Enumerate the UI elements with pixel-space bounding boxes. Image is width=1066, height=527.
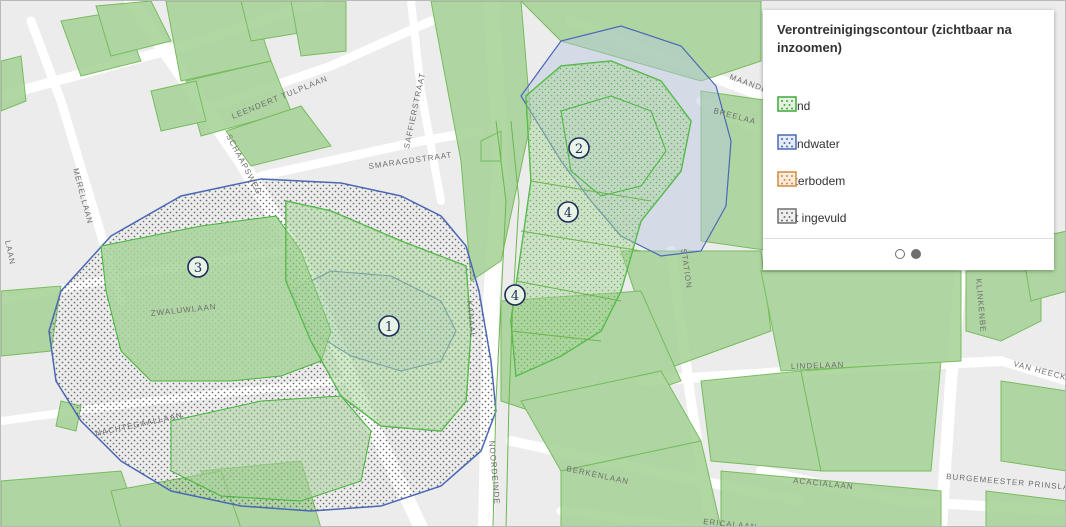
legend-item-grondwater: Grondwater	[777, 134, 1037, 154]
dotted-square-blue-icon	[777, 134, 797, 150]
dotted-square-gray-icon	[777, 208, 797, 224]
marker-1[interactable]: 1	[378, 315, 400, 337]
legend-page-2-dot[interactable]	[911, 249, 921, 259]
marker-2[interactable]: 2	[568, 137, 590, 159]
legend-title: Verontreinigingscontour (zichtbaar na in…	[777, 22, 1012, 55]
legend-pager	[895, 249, 925, 261]
legend-item-grond: Grond	[777, 96, 1037, 116]
legend-item-niet-ingevuld: Niet ingevuld	[777, 208, 1037, 228]
legend-item-waterbodem: Waterbodem	[777, 171, 1037, 191]
map-view[interactable]: LEENDERT TULPLAAN SAFFIERSTRAAT SCHAAPSW…	[0, 0, 1066, 527]
marker-4-south-label: 4	[511, 289, 519, 304]
marker-4-north-label: 4	[564, 206, 572, 221]
marker-4-north[interactable]: 4	[557, 201, 579, 223]
dotted-square-orange-icon	[777, 171, 797, 187]
marker-4-south[interactable]: 4	[504, 284, 526, 306]
dotted-square-green-icon	[777, 96, 797, 112]
street-label-lindelaan: LINDELAAN	[791, 360, 845, 371]
marker-3[interactable]: 3	[187, 256, 209, 278]
marker-3-label: 3	[194, 261, 202, 276]
marker-2-label: 2	[575, 142, 583, 157]
legend-page-1-dot[interactable]	[895, 249, 905, 259]
legend-panel: Verontreinigingscontour (zichtbaar na in…	[763, 10, 1054, 270]
marker-1-label: 1	[385, 320, 393, 335]
legend-divider	[763, 238, 1054, 239]
